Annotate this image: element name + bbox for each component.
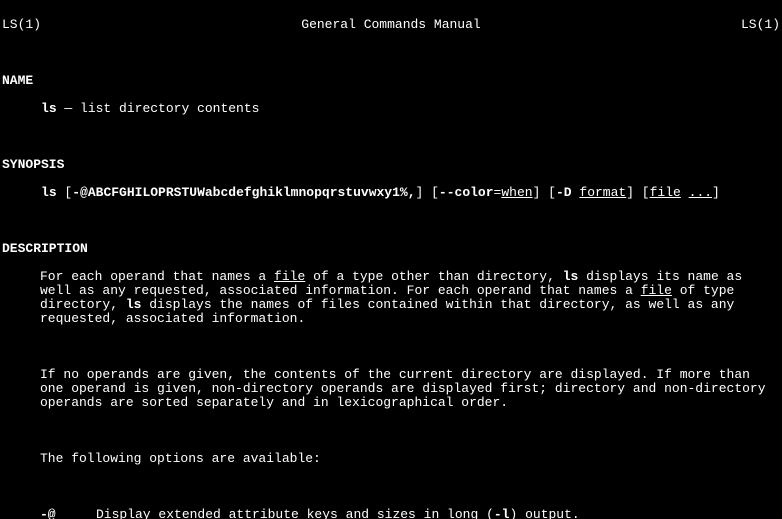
description-p3: The following options are available: — [2, 452, 780, 466]
name-cmd: ls — [41, 101, 57, 116]
description-p1: For each operand that names a file of a … — [2, 270, 780, 326]
man-page: LS(1) General Commands Manual LS(1) NAME… — [0, 0, 782, 519]
synopsis-D: -D — [556, 185, 572, 200]
option-at: -@ Display extended attribute keys and s… — [2, 508, 780, 519]
section-description-heading: DESCRIPTION — [2, 242, 780, 256]
synopsis-cmd: ls — [41, 185, 57, 200]
section-synopsis-heading: SYNOPSIS — [2, 158, 780, 172]
name-desc: list directory contents — [80, 101, 259, 116]
name-line: ls — list directory contents — [2, 102, 780, 116]
synopsis-flags: @ABCFGHILOPRSTUWabcdefghiklmnopqrstuvwxy… — [80, 185, 415, 200]
file-ref: file — [641, 283, 672, 298]
synopsis-color-opt: --color — [439, 185, 494, 200]
synopsis-format: format — [579, 185, 626, 200]
man-header: LS(1) General Commands Manual LS(1) — [2, 18, 780, 32]
synopsis-when: when — [501, 185, 532, 200]
header-right: LS(1) — [741, 18, 780, 32]
synopsis-file: file — [650, 185, 681, 200]
option-flag: -@ — [40, 508, 96, 519]
file-ref: file — [274, 269, 305, 284]
description-p2: If no operands are given, the contents o… — [2, 368, 780, 410]
synopsis-line: ls [-@ABCFGHILOPRSTUWabcdefghiklmnopqrst… — [2, 186, 780, 200]
option-body: Display extended attribute keys and size… — [96, 508, 780, 519]
header-left: LS(1) — [2, 18, 41, 32]
ls-ref: ls — [563, 269, 579, 284]
header-center: General Commands Manual — [41, 18, 741, 32]
synopsis-dots: ... — [689, 185, 712, 200]
ls-ref: ls — [126, 297, 142, 312]
section-name-heading: NAME — [2, 74, 780, 88]
